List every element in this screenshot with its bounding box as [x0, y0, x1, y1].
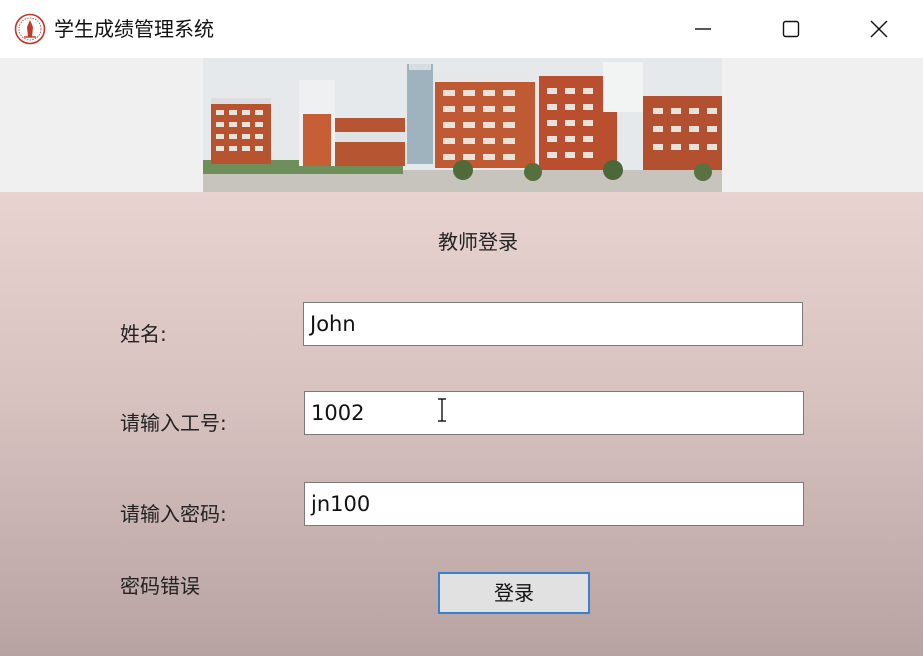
- app-window: 学生成绩管理系统 教师登录 姓名: John 请输入工号: 1002 请输入密码…: [0, 0, 923, 656]
- error-message: 密码错误: [120, 574, 200, 598]
- text-cursor-icon: [438, 398, 446, 422]
- school-emblem-icon: [14, 13, 46, 45]
- password-input[interactable]: jn100: [304, 482, 804, 526]
- id-label: 请输入工号:: [120, 411, 227, 435]
- title-bar[interactable]: 学生成绩管理系统: [0, 0, 923, 58]
- maximize-icon: [782, 20, 800, 38]
- password-label: 请输入密码:: [120, 502, 227, 526]
- close-button[interactable]: [834, 0, 923, 58]
- login-button[interactable]: 登录: [438, 572, 590, 614]
- maximize-button[interactable]: [746, 0, 836, 58]
- id-input[interactable]: 1002: [304, 391, 804, 435]
- name-label: 姓名:: [120, 322, 167, 346]
- name-input[interactable]: John: [303, 302, 803, 346]
- window-title: 学生成绩管理系统: [54, 17, 214, 41]
- login-heading: 教师登录: [438, 230, 518, 254]
- minimize-button[interactable]: [658, 0, 748, 58]
- campus-banner-image: [203, 58, 722, 192]
- close-icon: [870, 20, 888, 38]
- minimize-icon: [695, 28, 711, 30]
